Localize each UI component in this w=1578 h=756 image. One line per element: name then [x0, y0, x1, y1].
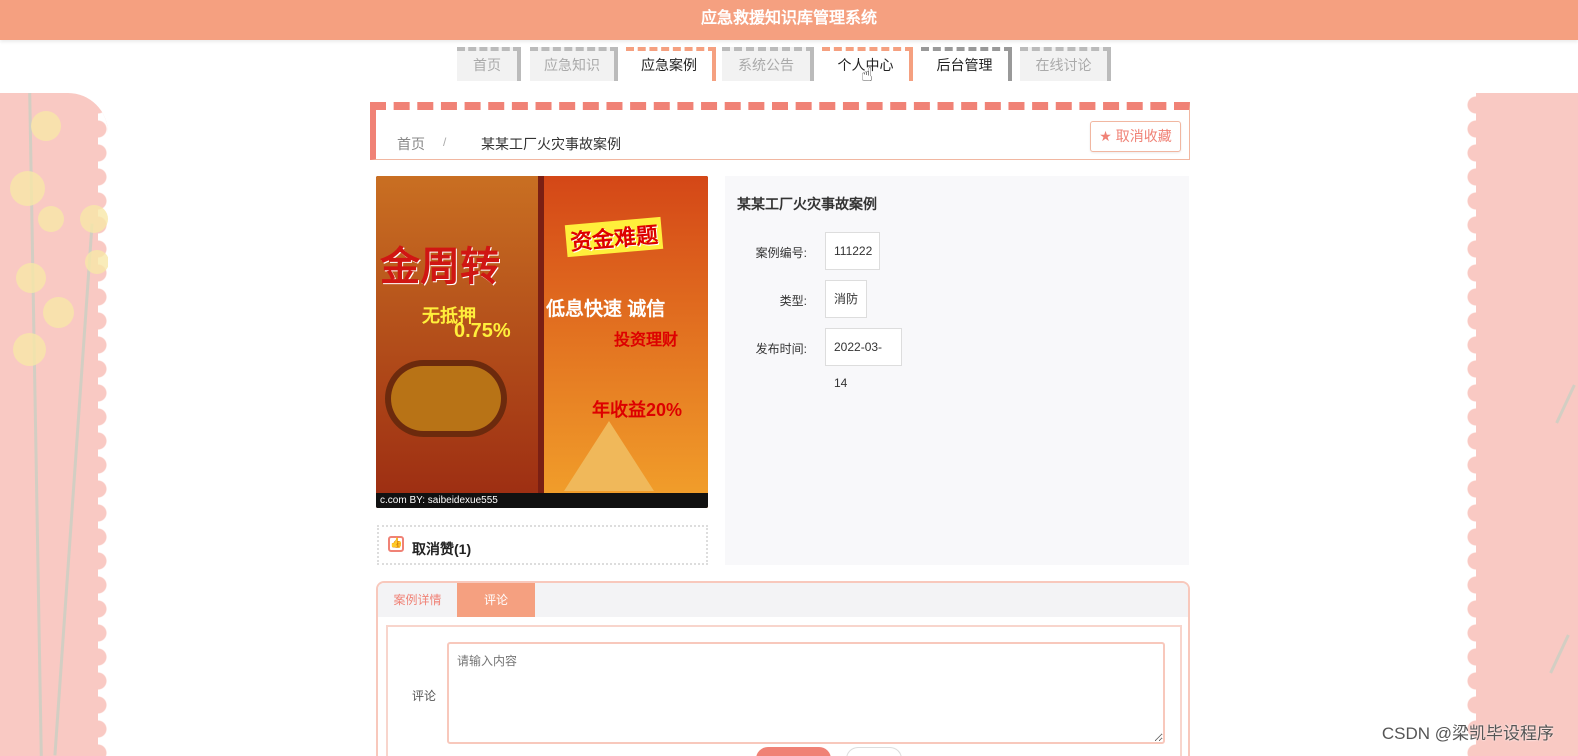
comment-form: 评论: [386, 625, 1182, 756]
left-light-dot: [38, 206, 64, 232]
comment-label: 评论: [412, 689, 437, 703]
case-number-label: 案例编号:: [755, 246, 807, 260]
left-scallop-edge: [98, 93, 108, 756]
poster-right-line-2: 投资理财: [614, 332, 679, 349]
poster-left-title: 金周转: [380, 245, 500, 289]
reset-button-edge[interactable]: [846, 747, 902, 756]
right-stem: [1555, 384, 1576, 424]
thumb-up-icon: 👍: [388, 536, 404, 552]
breadcrumb-home[interactable]: 首页: [397, 134, 425, 154]
poster-right-line-3: 年收益20%: [592, 400, 683, 420]
case-poster-image: 金周转 无抵押 0.75% 资金难题 低息快速 诚信 投资理财 年收益20% c…: [376, 176, 708, 508]
case-details-panel: 某某工厂火灾事故案例 案例编号: 111222 类型: 消防 发布时间: 202…: [725, 176, 1189, 565]
right-decorative-curtain: [1466, 93, 1578, 756]
left-light-dot: [43, 297, 74, 328]
publish-time-value: 2022-03-14: [825, 328, 902, 390]
star-icon: ★: [1099, 128, 1112, 144]
tab-case-details[interactable]: 案例详情: [378, 583, 457, 617]
right-scallop-edge: [1466, 93, 1476, 756]
unlike-control[interactable]: 👍 取消赞(1): [377, 525, 708, 565]
breadcrumb: 首页 / 某某工厂火灾事故案例 ★ 取消收藏: [370, 102, 1190, 160]
comment-textarea[interactable]: [447, 642, 1165, 744]
left-light-dot: [80, 205, 108, 233]
nav-emergency-cases[interactable]: 应急案例: [626, 47, 716, 81]
right-stem: [1549, 634, 1570, 674]
case-title: 某某工厂火灾事故案例: [737, 196, 877, 212]
poster-footer: c.com BY: saibeidexue555: [376, 493, 708, 508]
poster-right-title: 资金难题: [564, 216, 664, 258]
tab-header: 案例详情 评论: [378, 583, 1188, 617]
unfavorite-label: 取消收藏: [1115, 128, 1172, 144]
publish-time-label: 发布时间:: [755, 342, 807, 356]
hand-pointer-icon: ☝: [861, 65, 873, 86]
left-light-dot: [31, 111, 61, 141]
left-light-dot: [10, 171, 45, 206]
unfavorite-button[interactable]: ★ 取消收藏: [1090, 121, 1181, 152]
poster-gold-chest: [391, 366, 501, 431]
case-tabs: 案例详情 评论 评论: [376, 581, 1190, 756]
top-navigation: 首页 应急知识 应急案例 系统公告 个人中心 后台管理 在线讨论: [0, 47, 1578, 85]
left-light-dot: [16, 263, 46, 293]
unlike-label: 取消赞(1): [412, 541, 472, 557]
poster-left-small-2: 0.75%: [454, 320, 511, 342]
nav-system-announcements[interactable]: 系统公告: [722, 47, 814, 81]
case-type-label: 类型:: [779, 294, 807, 308]
nav-admin[interactable]: 后台管理: [921, 47, 1012, 81]
case-type-value: 消防: [825, 280, 867, 318]
left-light-dot: [85, 250, 108, 274]
left-light-dot: [13, 333, 46, 366]
site-title: 应急救援知识库管理系统: [0, 0, 1578, 40]
nav-emergency-knowledge[interactable]: 应急知识: [530, 47, 618, 81]
poster-right-line-1: 低息快速 诚信: [546, 299, 666, 320]
left-decorative-curtain: [0, 93, 108, 756]
case-number-value: 111222: [825, 232, 880, 270]
breadcrumb-current: 某某工厂火灾事故案例: [481, 136, 621, 152]
poster-left-panel: 金周转 无抵押 0.75%: [376, 176, 538, 508]
nav-online-discussion[interactable]: 在线讨论: [1020, 47, 1111, 81]
nav-home[interactable]: 首页: [457, 47, 521, 81]
breadcrumb-separator: /: [443, 135, 447, 149]
tab-comments[interactable]: 评论: [457, 583, 535, 617]
submit-button-edge[interactable]: [756, 747, 831, 756]
watermark: CSDN @梁凯毕设程序: [1381, 724, 1554, 743]
poster-right-panel: 资金难题 低息快速 诚信 投资理财 年收益20%: [544, 176, 708, 508]
poster-pyramid: [564, 421, 654, 491]
